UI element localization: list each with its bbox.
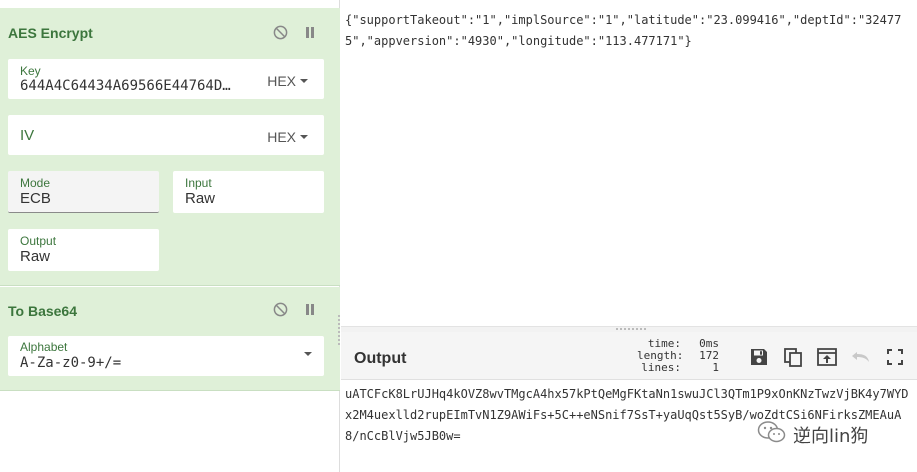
key-value: 644A4C64434A69566E44764D… xyxy=(20,78,231,94)
input-textarea[interactable]: {"supportTakeout":"1","implSource":"1","… xyxy=(345,10,917,52)
key-field[interactable]: Key 644A4C64434A69566E44764D… HEX xyxy=(8,59,324,99)
output-format-value: Raw xyxy=(20,248,51,265)
recipe-panel: AES Encrypt Key 644A4C64434A69566E44764D… xyxy=(0,0,340,472)
save-icon[interactable] xyxy=(748,346,770,368)
watermark-text: 逆向lin狗 xyxy=(793,425,869,447)
input-format-label: Input xyxy=(185,176,212,190)
maximise-icon[interactable] xyxy=(884,346,906,368)
input-pane[interactable]: {"supportTakeout":"1","implSource":"1","… xyxy=(341,0,917,326)
resize-handle[interactable] xyxy=(616,328,646,330)
wechat-logo-icon xyxy=(757,420,787,449)
disable-icon[interactable] xyxy=(272,24,288,40)
lines-value: 1 xyxy=(712,361,719,374)
replace-input-icon[interactable] xyxy=(816,346,838,368)
iv-field[interactable]: IV HEX xyxy=(8,115,324,155)
copy-icon[interactable] xyxy=(782,346,804,368)
chevron-down-icon xyxy=(304,352,312,356)
disable-icon[interactable] xyxy=(272,301,288,317)
input-format-value: Raw xyxy=(185,190,216,207)
chevron-down-icon xyxy=(300,79,308,83)
key-label: Key xyxy=(20,64,41,78)
key-format-dropdown[interactable]: HEX xyxy=(267,73,308,89)
aes-encrypt-title: AES Encrypt xyxy=(8,25,93,41)
lines-label: lines: xyxy=(641,361,681,374)
output-title: Output xyxy=(354,350,407,367)
alphabet-dropdown[interactable] xyxy=(304,352,312,356)
output-format-field[interactable]: Output Raw xyxy=(8,229,159,271)
iv-format-dropdown[interactable]: HEX xyxy=(267,129,308,145)
key-format-label: HEX xyxy=(267,73,296,89)
aes-encrypt-operation: AES Encrypt Key 644A4C64434A69566E44764D… xyxy=(0,8,340,286)
alphabet-value: A-Za-z0-9+/= xyxy=(20,355,122,371)
chevron-down-icon xyxy=(300,135,308,139)
pause-icon[interactable] xyxy=(302,24,318,40)
alphabet-field[interactable]: Alphabet A-Za-z0-9+/= xyxy=(8,336,324,376)
alphabet-label: Alphabet xyxy=(20,340,68,354)
output-format-label: Output xyxy=(20,234,57,248)
mode-label: Mode xyxy=(20,176,51,190)
to-base64-operation: To Base64 Alphabet A-Za-z0-9+/= xyxy=(0,287,340,391)
iv-format-label: HEX xyxy=(267,129,296,145)
output-stats: time: 0ms length: 172 lines: 1 xyxy=(637,338,719,374)
to-base64-title: To Base64 xyxy=(8,303,77,319)
undo-icon[interactable] xyxy=(850,346,872,368)
pause-icon[interactable] xyxy=(302,301,318,317)
resize-handle-vertical[interactable] xyxy=(338,315,340,345)
mode-field[interactable]: Mode ECB xyxy=(8,171,159,213)
iv-placeholder: IV xyxy=(20,127,35,144)
watermark: 逆向lin狗 xyxy=(757,420,868,449)
mode-value: ECB xyxy=(20,190,51,207)
output-header: Output time: 0ms length: 172 lines: 1 xyxy=(341,332,917,380)
input-format-field[interactable]: Input Raw xyxy=(173,171,324,213)
